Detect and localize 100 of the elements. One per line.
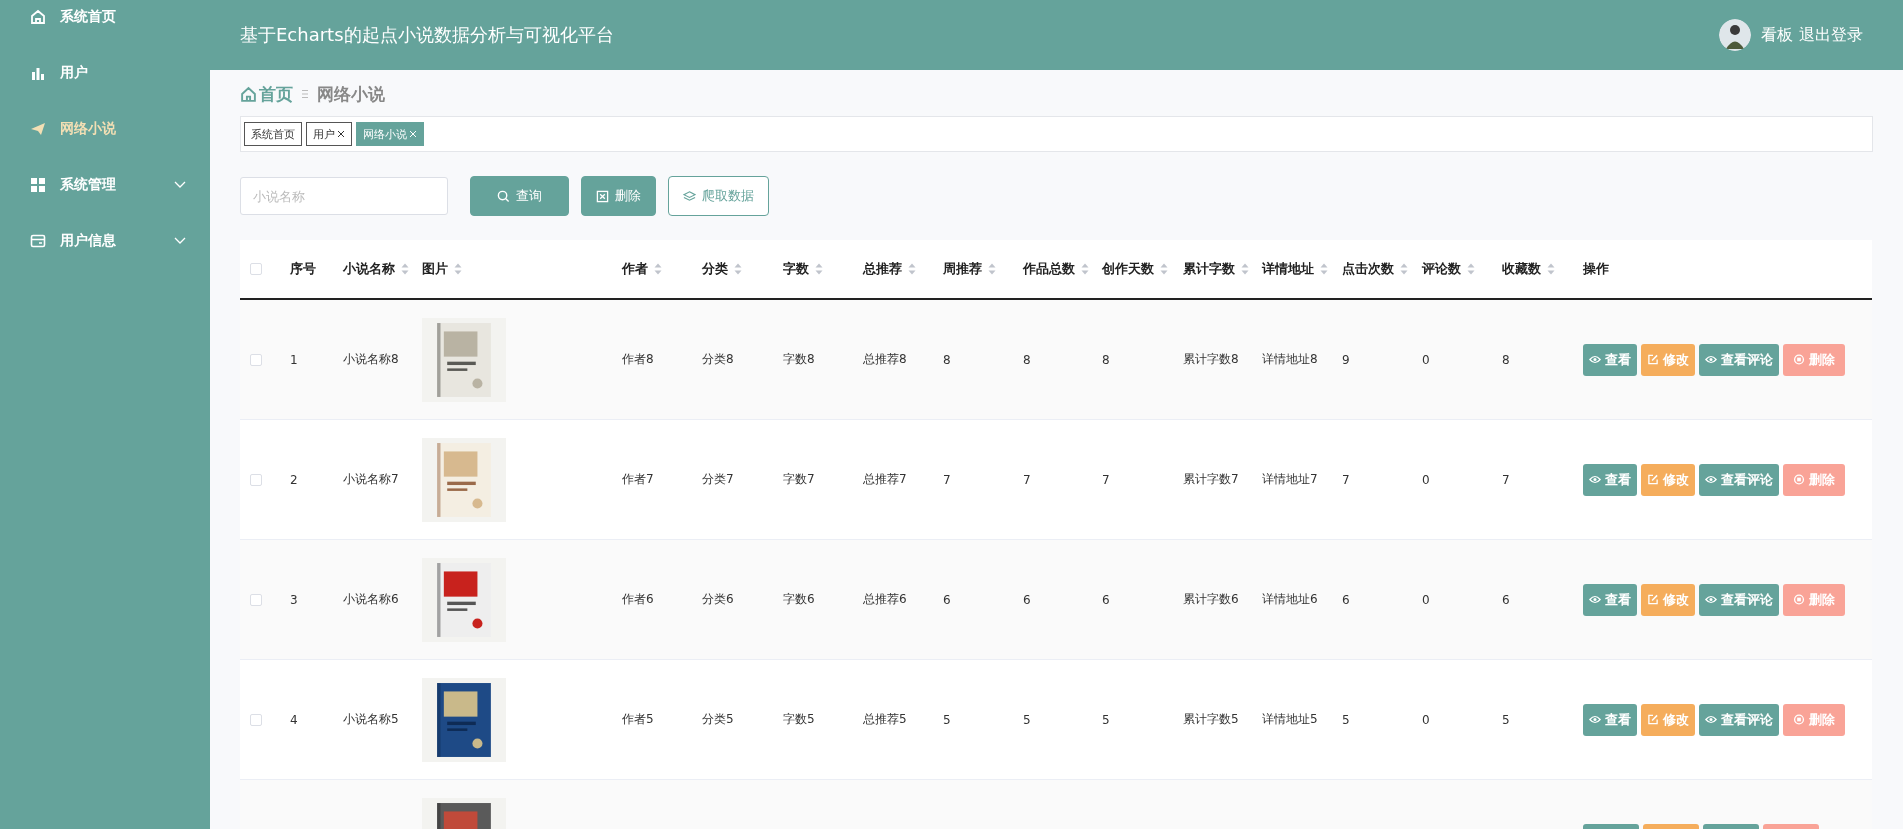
logout-link[interactable]: 退出登录 [1799,24,1863,46]
delete-button[interactable]: 删除 [1783,463,1845,496]
table-cell: 6 [1023,592,1031,607]
eye-icon [1705,594,1717,605]
table-cell: 7 [1102,472,1110,487]
table-cell: 详情地址5 [1262,712,1318,726]
select-all-checkbox[interactable] [250,263,262,275]
card-icon [30,233,46,249]
edit-button[interactable]: 修改 [1641,463,1695,496]
table-cell: 7 [1342,472,1350,487]
table-cell: 0 [1422,472,1430,487]
delete-button[interactable]: 删除 [581,176,656,216]
eye-icon [1589,474,1601,485]
sort-icon[interactable] [1160,263,1168,275]
table-cell: 0 [1422,352,1430,367]
sidebar-item[interactable]: 系统管理 [0,157,210,213]
close-icon[interactable] [337,130,345,138]
table-cell: 小说名称8 [343,352,399,366]
column-header: 小说名称 [343,260,395,278]
sort-icon[interactable] [1241,263,1249,275]
edit-button[interactable]: 修改 [1641,343,1695,376]
delete-button[interactable]: 删除 [1783,343,1845,376]
eye-icon [1589,594,1601,605]
sort-icon[interactable] [1547,263,1555,275]
view-button[interactable]: 查看评论 [1699,463,1779,496]
table-cell: 8 [1023,352,1031,367]
view-button[interactable]: 查看评论 [1699,703,1779,736]
table-cell: 字数5 [783,712,815,726]
paper-plane-icon [30,121,46,137]
table-cell: 累计字数6 [1183,592,1239,606]
sidebar-item[interactable]: 网络小说 [0,101,210,157]
table-cell: 7 [1502,472,1510,487]
edit-button[interactable]: 修改 [1641,703,1695,736]
sort-icon[interactable] [1400,263,1408,275]
page-tab[interactable]: 网络小说 [356,122,424,146]
page-tab[interactable]: 用户 [306,122,352,146]
home-icon [30,9,46,25]
table-cell: 分类8 [702,352,734,366]
table-cell: 8 [1502,352,1510,367]
row-checkbox[interactable] [250,353,262,366]
sort-icon[interactable] [1320,263,1328,275]
edit-icon [1647,594,1659,605]
table-cell: 9 [1342,352,1350,367]
column-header: 图片 [422,260,448,278]
sort-icon[interactable] [654,263,662,275]
column-header: 序号 [290,260,316,278]
table-cell: 分类7 [702,472,734,486]
table-cell: 5 [1102,712,1110,727]
avatar-icon[interactable] [1719,19,1751,51]
table-cell: 作者8 [622,352,654,366]
close-square-icon [596,189,609,203]
table-cell: 6 [1502,592,1510,607]
view-button[interactable]: 查看 [1583,343,1637,376]
search-button[interactable]: 查询 [470,176,569,216]
sort-icon[interactable] [734,263,742,275]
column-header: 收藏数 [1502,260,1541,278]
sort-icon[interactable] [908,263,916,275]
eye-icon [1705,714,1717,725]
delete-button[interactable]: 删除 [1783,583,1845,616]
delete-button[interactable]: 删除 [1783,703,1845,736]
search-field[interactable]: 小说名称 [240,177,448,215]
view-button[interactable]: 查看 [1583,703,1637,736]
view-button[interactable]: 查看 [1583,463,1637,496]
table-cell: 5 [1023,712,1031,727]
table-cell: 作者7 [622,472,654,486]
sidebar-item[interactable]: 用户信息 [0,213,210,269]
row-checkbox[interactable] [250,593,262,606]
breadcrumb-home-link[interactable]: 首页 [240,82,293,106]
sidebar-item[interactable]: 系统首页 [0,0,210,45]
row-checkbox[interactable] [250,473,262,486]
table-cell: 5 [943,712,951,727]
column-header: 字数 [783,260,809,278]
column-header: 作品总数 [1023,260,1075,278]
column-header: 分类 [702,260,728,278]
table-cell: 小说名称5 [343,712,399,726]
page-tab[interactable]: 系统首页 [244,122,302,146]
separator-icon [301,89,309,99]
edit-icon [1647,354,1659,365]
sidebar-item[interactable]: 用户 [0,45,210,101]
sort-icon[interactable] [1081,263,1089,275]
edit-button[interactable]: 修改 [1641,583,1695,616]
layers-icon [683,189,696,203]
table-cell: 6 [1342,592,1350,607]
crawl-button[interactable]: 爬取数据 [668,176,769,216]
edit-icon [1647,474,1659,485]
table-cell: 3 [290,592,298,607]
sort-icon[interactable] [454,263,462,275]
circle-close-icon [1793,714,1805,725]
view-button[interactable]: 查看评论 [1699,343,1779,376]
row-checkbox[interactable] [250,713,262,726]
sort-icon[interactable] [401,263,409,275]
sort-icon[interactable] [988,263,996,275]
view-button[interactable]: 查看评论 [1699,583,1779,616]
circle-close-icon [1793,474,1805,485]
column-header: 创作天数 [1102,260,1154,278]
sort-icon[interactable] [815,263,823,275]
sort-icon[interactable] [1467,263,1475,275]
table-cell: 分类6 [702,592,734,606]
view-button[interactable]: 查看 [1583,583,1637,616]
table-cell: 6 [1102,592,1110,607]
